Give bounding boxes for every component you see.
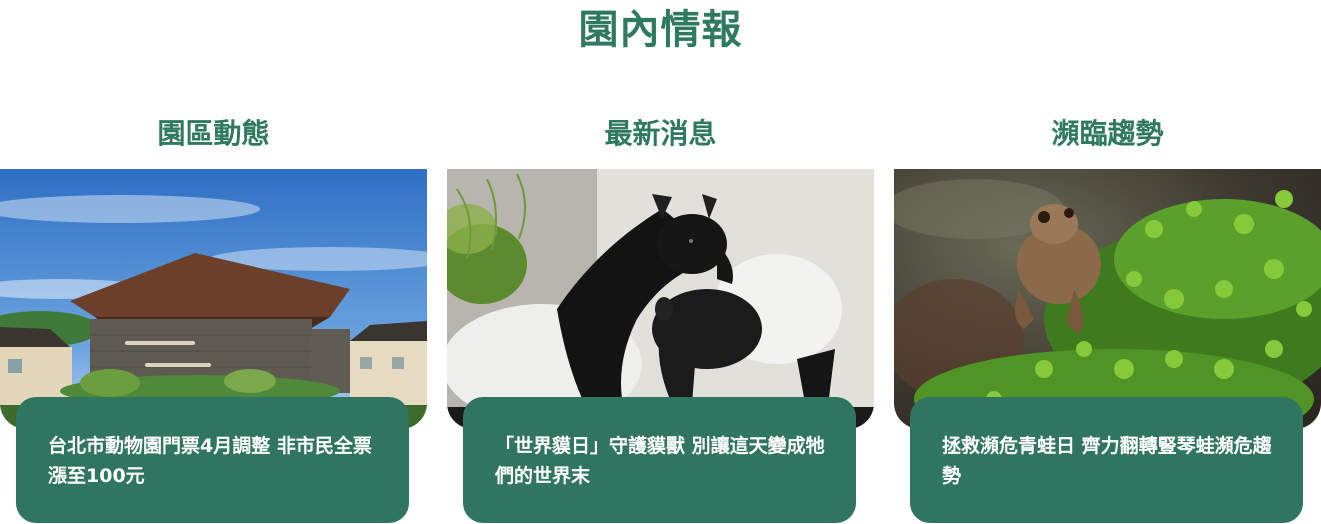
section-heading: 瀕臨趨勢 (1051, 117, 1164, 150)
section-latest-news: 最新消息 「世界貘日」守護貘獸 別讓這天變成牠們的世界末 (447, 0, 874, 524)
section-endangered-trends: 瀕臨趨勢 拯救瀕危青蛙日 齊力翻轉豎琴蛙瀕危趨勢 (894, 0, 1321, 524)
news-headline[interactable]: 台北市動物園門票4月調整 非市民全票漲至100元 (48, 431, 379, 491)
section-heading: 園區動態 (157, 117, 270, 150)
news-card[interactable]: 「世界貘日」守護貘獸 別讓這天變成牠們的世界末 (463, 397, 856, 523)
frog-image[interactable] (894, 169, 1321, 429)
news-card[interactable]: 台北市動物園門票4月調整 非市民全票漲至100元 (16, 397, 409, 523)
news-headline[interactable]: 拯救瀕危青蛙日 齊力翻轉豎琴蛙瀕危趨勢 (942, 431, 1273, 491)
section-park-updates: 園區動態 台北市動物園門票4月調整 非市民全票漲至100元 (0, 0, 427, 524)
news-card[interactable]: 拯救瀕危青蛙日 齊力翻轉豎琴蛙瀕危趨勢 (910, 397, 1303, 523)
news-headline[interactable]: 「世界貘日」守護貘獸 別讓這天變成牠們的世界末 (495, 431, 826, 491)
section-heading: 最新消息 (604, 117, 717, 150)
tapir-image[interactable] (447, 169, 874, 429)
zoo-entrance-image[interactable] (0, 169, 427, 429)
